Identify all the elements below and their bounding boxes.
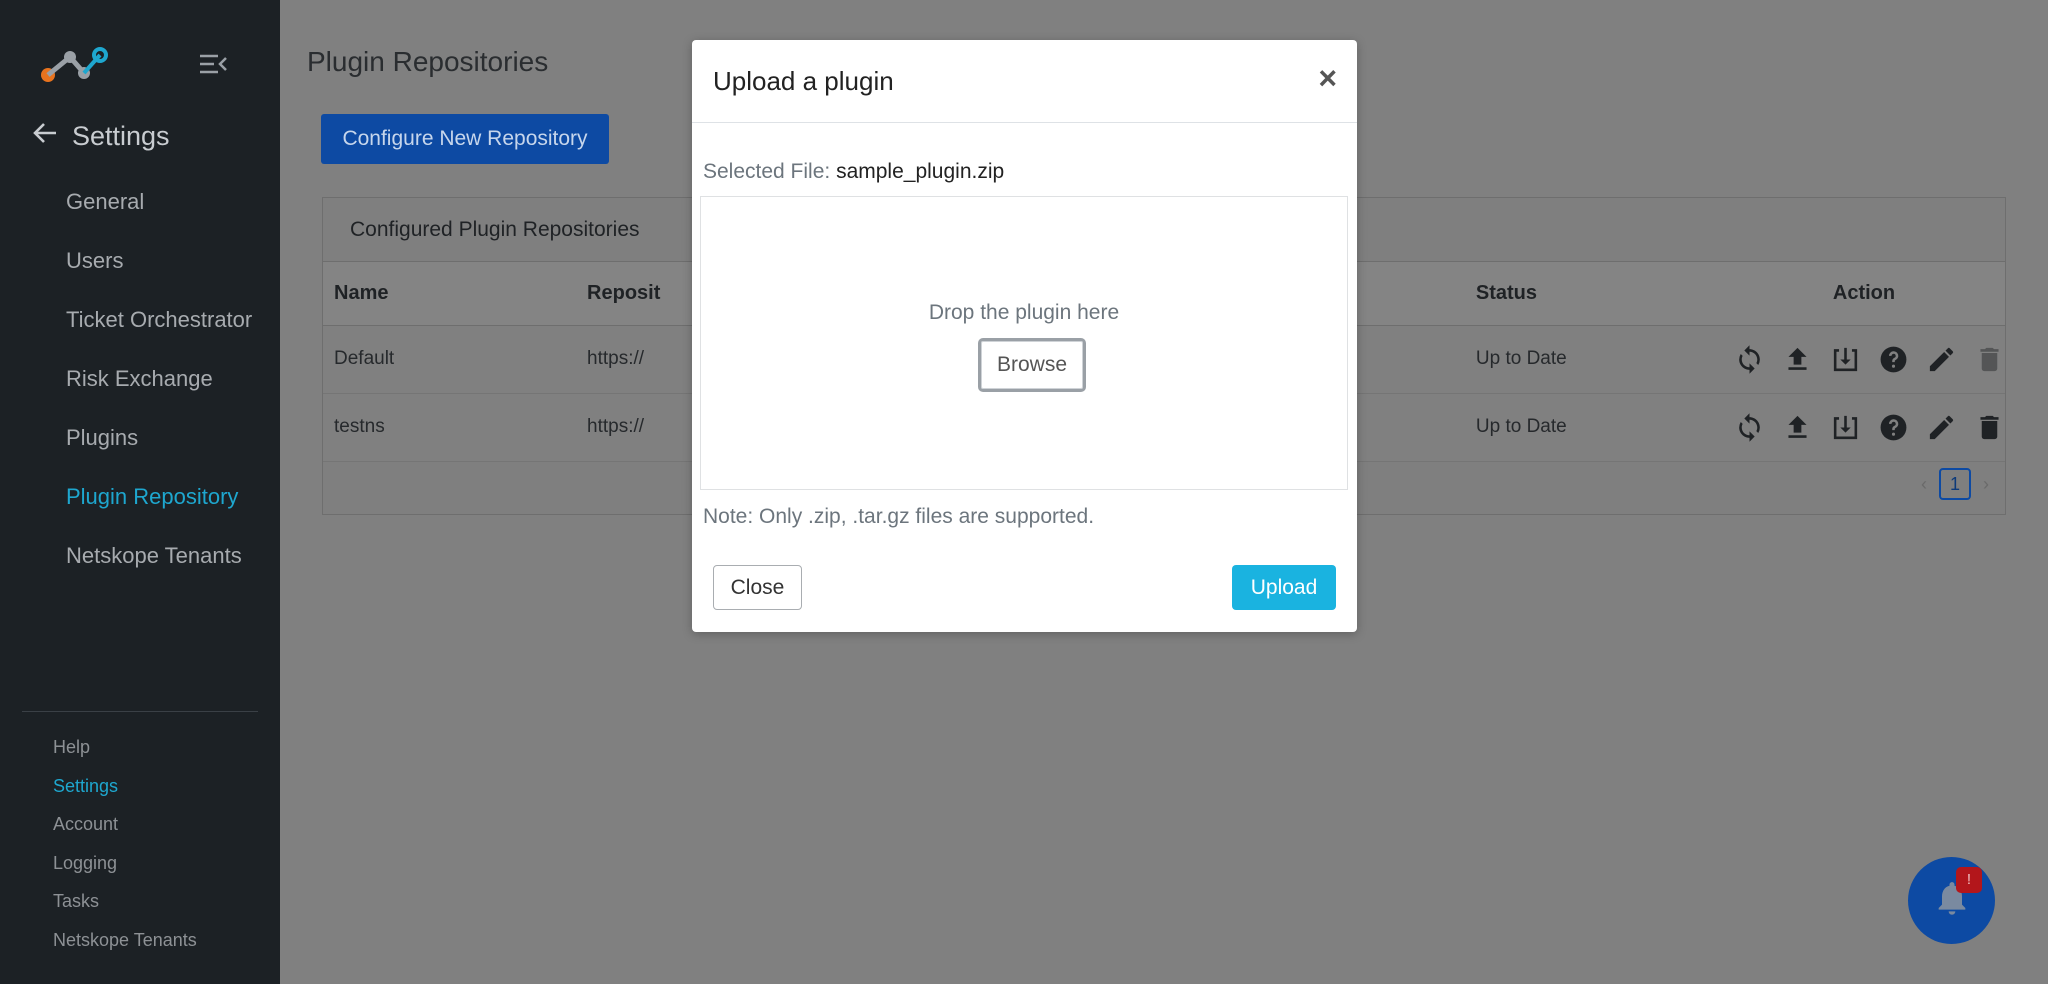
upload-icon[interactable] <box>1782 412 1813 443</box>
cell-name: Default <box>323 325 577 394</box>
help-icon[interactable] <box>1878 344 1909 375</box>
sidebar-item-general[interactable]: General <box>0 172 280 231</box>
footer-nav: Help Settings Account Logging Tasks Nets… <box>0 728 280 960</box>
trash-icon <box>1974 344 2005 375</box>
close-icon[interactable]: × <box>1318 62 1337 94</box>
column-header-name[interactable]: Name <box>323 262 577 326</box>
selected-file-name: sample_plugin.zip <box>836 160 1005 183</box>
footer-item-help[interactable]: Help <box>0 728 280 767</box>
notifications-button[interactable]: ! <box>1908 857 1995 944</box>
page-title: Plugin Repositories <box>307 46 549 77</box>
pagination-next[interactable]: › <box>1983 474 1989 495</box>
upload-icon[interactable] <box>1782 344 1813 375</box>
column-header-action: Action <box>1723 262 2005 326</box>
settings-back-link[interactable]: Settings <box>32 118 170 154</box>
drop-text: Drop the plugin here <box>928 301 1120 324</box>
download-icon[interactable] <box>1830 344 1861 375</box>
sidebar: Settings General Users Ticket Orchestrat… <box>0 0 280 984</box>
footer-item-account[interactable]: Account <box>0 805 280 844</box>
cell-actions <box>1723 325 2005 394</box>
column-header-status[interactable]: Status <box>1464 262 1723 326</box>
notification-badge: ! <box>1956 867 1982 893</box>
upload-button[interactable]: Upload <box>1232 565 1336 610</box>
edit-icon[interactable] <box>1926 344 1957 375</box>
sidebar-item-ticket-orchestrator[interactable]: Ticket Orchestrator <box>0 290 280 349</box>
sidebar-item-risk-exchange[interactable]: Risk Exchange <box>0 349 280 408</box>
cell-name: testns <box>323 393 577 462</box>
trash-icon[interactable] <box>1974 412 2005 443</box>
settings-title: Settings <box>72 120 170 151</box>
sidebar-divider <box>22 711 258 712</box>
modal-title: Upload a plugin <box>713 66 894 96</box>
download-icon[interactable] <box>1830 412 1861 443</box>
netskope-logo[interactable] <box>40 45 110 85</box>
footer-item-netskope-tenants[interactable]: Netskope Tenants <box>0 921 280 960</box>
close-button[interactable]: Close <box>713 565 802 610</box>
cell-status: Up to Date <box>1464 393 1723 462</box>
sidebar-item-plugin-repository[interactable]: Plugin Repository <box>0 467 280 526</box>
sync-icon[interactable] <box>1734 412 1765 443</box>
cell-actions <box>1723 393 2005 462</box>
pagination-page[interactable]: 1 <box>1939 468 1971 500</box>
menu-collapse-icon[interactable] <box>198 52 228 76</box>
cell-status: Up to Date <box>1464 325 1723 394</box>
settings-nav: General Users Ticket Orchestrator Risk E… <box>0 172 280 585</box>
sidebar-item-netskope-tenants[interactable]: Netskope Tenants <box>0 526 280 585</box>
help-icon[interactable] <box>1878 412 1909 443</box>
upload-plugin-modal: Upload a plugin × Selected File: sample_… <box>692 40 1357 632</box>
footer-item-settings[interactable]: Settings <box>0 767 280 806</box>
edit-icon[interactable] <box>1926 412 1957 443</box>
selected-file: Selected File: sample_plugin.zip <box>703 160 1004 184</box>
browse-button[interactable]: Browse <box>978 338 1086 392</box>
pagination-prev[interactable]: ‹ <box>1921 474 1927 495</box>
plugin-dropzone[interactable]: Drop the plugin here Browse <box>700 196 1348 490</box>
selected-file-label: Selected File: <box>703 160 831 183</box>
sidebar-item-users[interactable]: Users <box>0 231 280 290</box>
arrow-left-icon <box>32 120 58 153</box>
pagination: ‹ 1 › <box>1921 468 1989 500</box>
configure-repository-button[interactable]: Configure New Repository <box>321 114 609 164</box>
modal-header: Upload a plugin × <box>692 40 1357 123</box>
footer-item-tasks[interactable]: Tasks <box>0 882 280 921</box>
sync-icon[interactable] <box>1734 344 1765 375</box>
footer-item-logging[interactable]: Logging <box>0 844 280 883</box>
sidebar-item-plugins[interactable]: Plugins <box>0 408 280 467</box>
supported-formats-note: Note: Only .zip, .tar.gz files are suppo… <box>703 505 1095 528</box>
